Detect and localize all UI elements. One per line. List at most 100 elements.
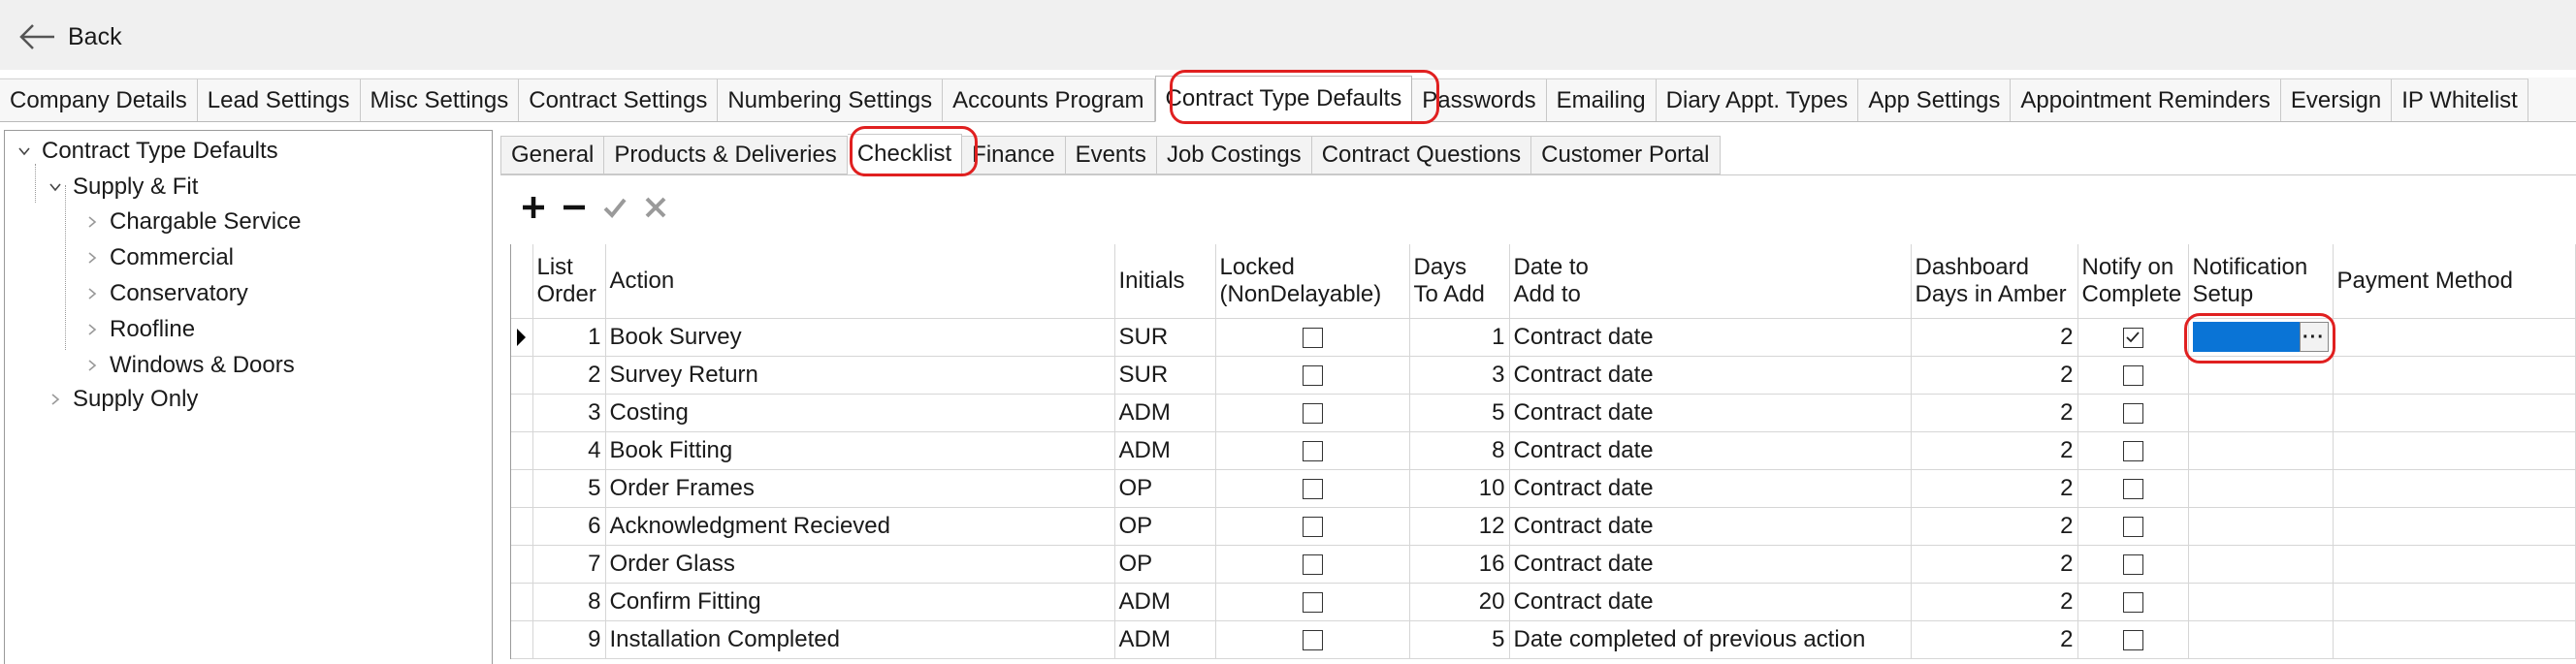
dashboard-days-amber-header[interactable]: Dashboard Days in Amber <box>1911 244 2078 319</box>
locked-cell[interactable] <box>1215 507 1410 546</box>
tree-node-conservatory[interactable]: Conservatory <box>82 277 248 310</box>
locked-cell[interactable] <box>1215 583 1410 621</box>
date-to-add-to-cell[interactable]: Contract date <box>1509 469 1912 508</box>
notify-on-complete-cell[interactable] <box>2077 318 2189 357</box>
list-order-cell[interactable]: 3 <box>532 394 606 432</box>
action-cell[interactable]: Acknowledgment Recieved <box>605 507 1115 546</box>
dashboard-days-amber-cell[interactable]: 2 <box>1911 356 2078 395</box>
locked-checkbox[interactable] <box>1302 402 1323 424</box>
notify-checkbox[interactable] <box>2122 591 2143 613</box>
initials-cell[interactable]: OP <box>1114 545 1216 584</box>
row-indicator[interactable] <box>511 431 533 470</box>
row-indicator[interactable] <box>511 507 533 546</box>
payment-method-cell[interactable] <box>2333 507 2576 546</box>
list-order-cell[interactable]: 5 <box>532 469 606 508</box>
days-to-add-cell[interactable]: 10 <box>1409 469 1510 508</box>
initials-cell[interactable]: OP <box>1114 469 1216 508</box>
remove-row-button[interactable] <box>559 192 590 223</box>
days-to-add-cell[interactable]: 8 <box>1409 431 1510 470</box>
list-order-cell[interactable]: 6 <box>532 507 606 546</box>
notification-setup-cell[interactable]: ··· <box>2188 318 2334 357</box>
table-row[interactable]: 2 Survey Return SUR 3 Contract date 2 <box>511 356 2576 395</box>
dashboard-days-amber-cell[interactable]: 2 <box>1911 620 2078 659</box>
tab-appointment-reminders[interactable]: Appointment Reminders <box>2011 79 2281 121</box>
dashboard-days-amber-cell[interactable]: 2 <box>1911 507 2078 546</box>
row-indicator[interactable] <box>511 469 533 508</box>
notify-on-complete-cell[interactable] <box>2077 431 2189 470</box>
payment-method-cell[interactable] <box>2333 318 2576 357</box>
tab-emailing[interactable]: Emailing <box>1546 79 1657 121</box>
locked-cell[interactable] <box>1215 318 1410 357</box>
tab-ip-whitelist[interactable]: IP Whitelist <box>2392 79 2528 121</box>
initials-cell[interactable]: ADM <box>1114 583 1216 621</box>
locked-cell[interactable] <box>1215 545 1410 584</box>
tab-numbering-settings[interactable]: Numbering Settings <box>718 79 944 121</box>
action-header[interactable]: Action <box>605 244 1115 319</box>
locked-checkbox[interactable] <box>1302 327 1323 348</box>
locked-checkbox[interactable] <box>1302 629 1323 650</box>
list-order-cell[interactable]: 4 <box>532 431 606 470</box>
initials-cell[interactable]: ADM <box>1114 394 1216 432</box>
subtab-customer-portal[interactable]: Customer Portal <box>1531 136 1721 174</box>
days-to-add-header[interactable]: Days To Add <box>1409 244 1510 319</box>
row-indicator[interactable] <box>511 583 533 621</box>
initials-cell[interactable]: ADM <box>1114 431 1216 470</box>
payment-method-header[interactable]: Payment Method <box>2333 244 2576 319</box>
list-order-cell[interactable]: 8 <box>532 583 606 621</box>
date-to-add-to-header[interactable]: Date to Add to <box>1509 244 1912 319</box>
notification-setup-cell[interactable] <box>2188 583 2334 621</box>
list-order-cell[interactable]: 7 <box>532 545 606 584</box>
notify-on-complete-cell[interactable] <box>2077 394 2189 432</box>
action-cell[interactable]: Order Glass <box>605 545 1115 584</box>
days-to-add-cell[interactable]: 20 <box>1409 583 1510 621</box>
initials-cell[interactable]: SUR <box>1114 318 1216 357</box>
notify-on-complete-cell[interactable] <box>2077 583 2189 621</box>
subtab-events[interactable]: Events <box>1065 136 1157 174</box>
table-row[interactable]: 7 Order Glass OP 16 Contract date 2 <box>511 545 2576 584</box>
tab-lead-settings[interactable]: Lead Settings <box>197 79 361 121</box>
days-to-add-cell[interactable]: 16 <box>1409 545 1510 584</box>
payment-method-cell[interactable] <box>2333 431 2576 470</box>
notify-checkbox[interactable] <box>2122 364 2143 386</box>
locked-cell[interactable] <box>1215 469 1410 508</box>
tab-misc-settings[interactable]: Misc Settings <box>360 79 520 121</box>
tree-node-supply-fit[interactable]: Supply & Fit <box>46 171 198 204</box>
chevron-right-icon[interactable] <box>82 248 102 268</box>
payment-method-cell[interactable] <box>2333 469 2576 508</box>
dashboard-days-amber-cell[interactable]: 2 <box>1911 431 2078 470</box>
notify-checkbox[interactable] <box>2122 478 2143 499</box>
tree-node-contract-type-defaults[interactable]: Contract Type Defaults <box>15 135 278 168</box>
confirm-button[interactable] <box>599 192 630 223</box>
days-to-add-cell[interactable]: 3 <box>1409 356 1510 395</box>
days-to-add-cell[interactable]: 1 <box>1409 318 1510 357</box>
notify-checkbox[interactable] <box>2122 516 2143 537</box>
subtab-contract-questions[interactable]: Contract Questions <box>1311 136 1532 174</box>
notification-setup-cell[interactable] <box>2188 620 2334 659</box>
tree-node-commercial[interactable]: Commercial <box>82 241 234 274</box>
tab-contract-settings[interactable]: Contract Settings <box>519 79 719 121</box>
action-cell[interactable]: Book Survey <box>605 318 1115 357</box>
list-order-cell[interactable]: 2 <box>532 356 606 395</box>
tree-node-windows-doors[interactable]: Windows & Doors <box>82 349 295 382</box>
notify-on-complete-cell[interactable] <box>2077 356 2189 395</box>
tab-contract-type-defaults[interactable]: Contract Type Defaults <box>1154 76 1413 122</box>
notification-setup-cell[interactable] <box>2188 394 2334 432</box>
payment-method-cell[interactable] <box>2333 356 2576 395</box>
payment-method-cell[interactable] <box>2333 620 2576 659</box>
dashboard-days-amber-cell[interactable]: 2 <box>1911 318 2078 357</box>
table-row[interactable]: 4 Book Fitting ADM 8 Contract date 2 <box>511 431 2576 470</box>
chevron-right-icon[interactable] <box>82 212 102 232</box>
notification-setup-cell[interactable] <box>2188 469 2334 508</box>
notification-setup-header[interactable]: Notification Setup <box>2188 244 2334 319</box>
subtab-finance[interactable]: Finance <box>962 136 1066 174</box>
list-order-cell[interactable]: 9 <box>532 620 606 659</box>
subtab-products-deliveries[interactable]: Products & Deliveries <box>604 136 848 174</box>
notify-checkbox[interactable] <box>2122 327 2143 348</box>
date-to-add-to-cell[interactable]: Contract date <box>1509 431 1912 470</box>
notification-setup-cell[interactable] <box>2188 356 2334 395</box>
locked-checkbox[interactable] <box>1302 516 1323 537</box>
locked-checkbox[interactable] <box>1302 440 1323 461</box>
row-indicator[interactable] <box>511 545 533 584</box>
cancel-button[interactable] <box>640 192 671 223</box>
action-cell[interactable]: Book Fitting <box>605 431 1115 470</box>
